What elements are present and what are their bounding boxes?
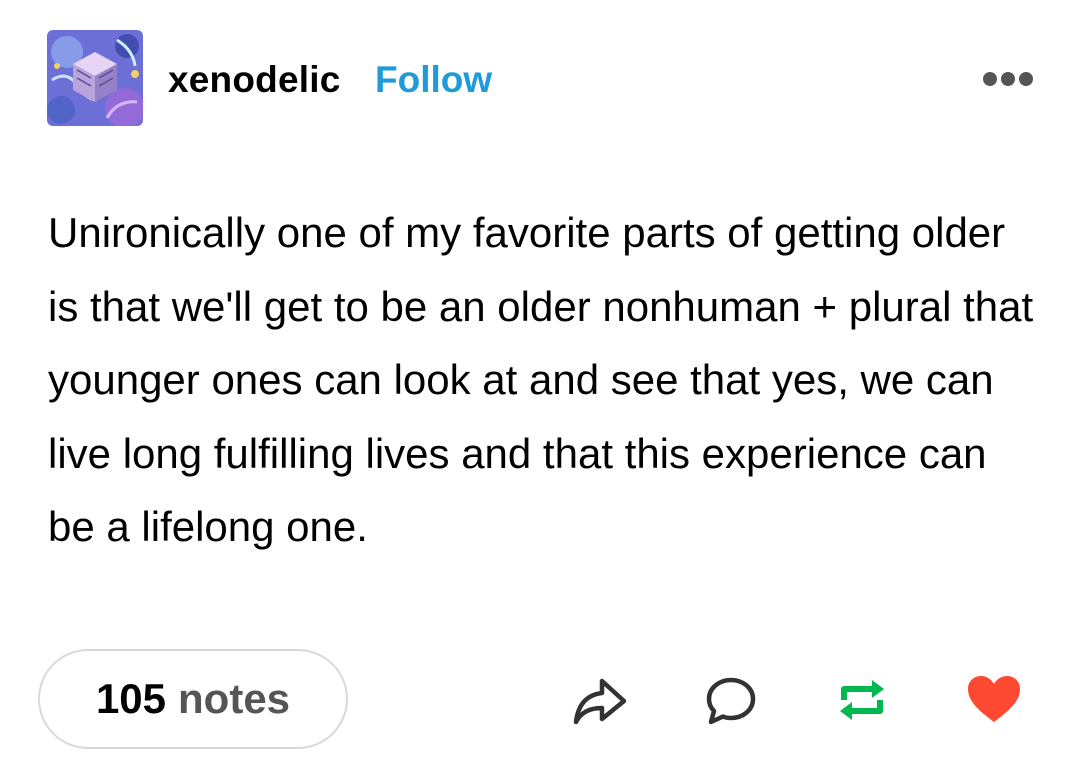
- reblog-icon[interactable]: [834, 672, 890, 728]
- like-heart-icon[interactable]: [966, 672, 1022, 728]
- reply-icon[interactable]: [703, 672, 759, 728]
- author-name[interactable]: xenodelic: [168, 56, 340, 104]
- post-text: Unironically one of my favorite parts of…: [48, 209, 1034, 550]
- avatar[interactable]: [47, 30, 143, 126]
- notes-button[interactable]: 105 notes: [38, 649, 348, 749]
- more-options-icon[interactable]: [982, 68, 1034, 90]
- follow-button[interactable]: Follow: [375, 56, 492, 104]
- notes-label: notes: [178, 675, 291, 722]
- avatar-image: [47, 30, 143, 126]
- share-icon[interactable]: [572, 672, 628, 728]
- notes-count: 105: [95, 675, 167, 722]
